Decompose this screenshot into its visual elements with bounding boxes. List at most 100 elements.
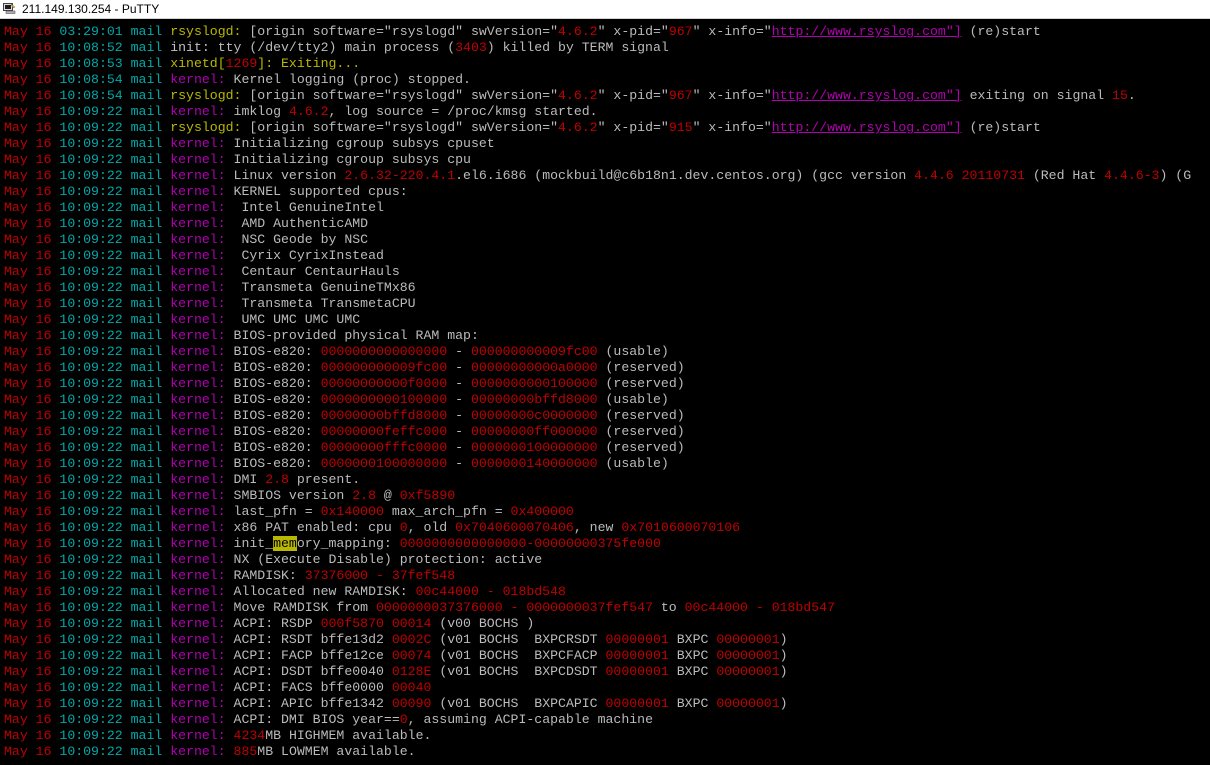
- log-line: May 16 10:09:22 mail kernel: BIOS-e820: …: [4, 376, 1206, 392]
- log-number: 37376000 - 37fef548: [304, 568, 456, 583]
- log-time: 10:09:22: [59, 376, 123, 391]
- log-host: mail: [130, 136, 163, 151]
- log-message: AMD AuthenticAMD: [225, 216, 369, 231]
- log-host: mail: [130, 600, 163, 615]
- log-process: kernel:: [170, 616, 226, 631]
- window-title: 211.149.130.254 - PuTTY: [22, 2, 160, 16]
- log-message: Centaur CentaurHauls: [225, 264, 400, 279]
- log-time: 10:09:22: [59, 504, 123, 519]
- log-host: mail: [130, 248, 163, 263]
- log-time: 10:09:22: [59, 584, 123, 599]
- log-time: 10:09:22: [59, 664, 123, 679]
- log-line: May 16 10:09:22 mail kernel: BIOS-e820: …: [4, 392, 1206, 408]
- log-message: (v01 BOCHS BXPCDSDT: [431, 664, 606, 679]
- log-number: 00000000fffc0000: [320, 440, 448, 455]
- log-number: 0x7010600070106: [621, 520, 741, 535]
- log-message: " x-pid=": [597, 120, 669, 135]
- log-message: Transmeta TransmetaCPU: [225, 296, 416, 311]
- log-number: 00000001: [716, 648, 780, 663]
- log-number: 0000000100000000: [320, 456, 448, 471]
- log-message: max_arch_pfn =: [383, 504, 511, 519]
- log-date: May 16: [4, 104, 52, 119]
- log-host: mail: [130, 696, 163, 711]
- log-message: , new: [573, 520, 622, 535]
- log-message: Kernel logging (proc) stopped.: [225, 72, 471, 87]
- search-highlight: mem: [273, 536, 297, 551]
- terminal-output[interactable]: May 16 03:29:01 mail rsyslogd: [origin s…: [4, 24, 1206, 765]
- log-message: imklog: [225, 104, 289, 119]
- log-message: Move RAMDISK from: [225, 600, 376, 615]
- log-line: May 16 10:09:22 mail kernel: init_memory…: [4, 536, 1206, 552]
- log-message: BIOS-e820:: [225, 392, 321, 407]
- log-time: 10:09:22: [59, 680, 123, 695]
- log-message: ): [779, 632, 788, 647]
- log-process: kernel:: [170, 328, 226, 343]
- log-time: 10:09:22: [59, 344, 123, 359]
- log-message: ACPI: RSDT bffe13d2: [225, 632, 392, 647]
- log-message: BIOS-e820:: [225, 360, 321, 375]
- log-message: BIOS-e820:: [225, 344, 321, 359]
- log-date: May 16: [4, 696, 52, 711]
- log-message: exiting on signal: [961, 88, 1113, 103]
- log-line: May 16 10:09:22 mail kernel: Cyrix Cyrix…: [4, 248, 1206, 264]
- log-message: BIOS-provided physical RAM map:: [225, 328, 479, 343]
- log-process: kernel:: [170, 104, 226, 119]
- log-message: (reserved): [597, 360, 685, 375]
- log-process: init:: [170, 40, 210, 55]
- log-number: 0128E: [391, 664, 432, 679]
- log-process: kernel:: [170, 408, 226, 423]
- log-process: kernel:: [170, 424, 226, 439]
- log-date: May 16: [4, 120, 52, 135]
- log-message: NX (Execute Disable) protection: active: [225, 552, 543, 567]
- log-message: (re)start: [961, 120, 1041, 135]
- log-host: mail: [130, 632, 163, 647]
- log-message: Initializing cgroup subsys cpuset: [225, 136, 495, 151]
- log-message: , log source = /proc/kmsg started.: [328, 104, 598, 119]
- log-url: http://www.rsyslog.com"]: [771, 120, 962, 135]
- log-time: 10:09:22: [59, 312, 123, 327]
- log-number: 0000000000100000: [470, 376, 598, 391]
- log-time: 10:09:22: [59, 104, 123, 119]
- log-message: (v00 BOCHS ): [431, 616, 535, 631]
- log-line: May 16 10:09:22 mail kernel: 4234MB HIGH…: [4, 728, 1206, 744]
- log-message: ): [779, 648, 788, 663]
- log-time: 10:09:22: [59, 136, 123, 151]
- log-message: (reserved): [597, 376, 685, 391]
- log-date: May 16: [4, 408, 52, 423]
- log-process: kernel:: [170, 680, 226, 695]
- log-number: 0000000000000000-00000000375fe000: [399, 536, 661, 551]
- log-message: BXPC: [668, 648, 717, 663]
- log-date: May 16: [4, 232, 52, 247]
- log-number: 967: [668, 24, 693, 39]
- log-host: mail: [130, 184, 163, 199]
- window-titlebar[interactable]: 211.149.130.254 - PuTTY: [0, 0, 1210, 19]
- log-date: May 16: [4, 248, 52, 263]
- log-message: tty (/dev/tty2) main process (: [209, 40, 456, 55]
- log-number: 00040: [391, 680, 432, 695]
- log-process: kernel:: [170, 312, 226, 327]
- log-line: May 16 10:09:22 mail kernel: BIOS-e820: …: [4, 456, 1206, 472]
- log-process: xinetd[: [170, 56, 226, 71]
- log-message: (re)start: [961, 24, 1041, 39]
- log-line: May 16 10:09:22 mail kernel: Linux versi…: [4, 168, 1206, 184]
- log-time: 10:09:22: [59, 520, 123, 535]
- log-message: MB LOWMEM available.: [257, 744, 416, 759]
- log-process: kernel:: [170, 664, 226, 679]
- log-time: 10:09:22: [59, 168, 123, 183]
- log-message: " x-pid=": [597, 24, 669, 39]
- log-line: May 16 10:09:22 mail kernel: SMBIOS vers…: [4, 488, 1206, 504]
- log-process: rsyslogd:: [170, 24, 242, 39]
- log-message: ACPI: APIC bffe1342: [225, 696, 392, 711]
- log-number: 00000000ff000000: [470, 424, 598, 439]
- log-line: May 16 10:09:22 mail kernel: Initializin…: [4, 152, 1206, 168]
- log-process: kernel:: [170, 600, 226, 615]
- log-message: BIOS-e820:: [225, 424, 321, 439]
- log-host: mail: [130, 216, 163, 231]
- log-message: BIOS-e820:: [225, 456, 321, 471]
- log-date: May 16: [4, 200, 52, 215]
- log-number: 0000000000000000: [320, 344, 448, 359]
- log-time: 10:09:22: [59, 712, 123, 727]
- log-host: mail: [130, 392, 163, 407]
- log-number: 0x400000: [510, 504, 574, 519]
- log-date: May 16: [4, 648, 52, 663]
